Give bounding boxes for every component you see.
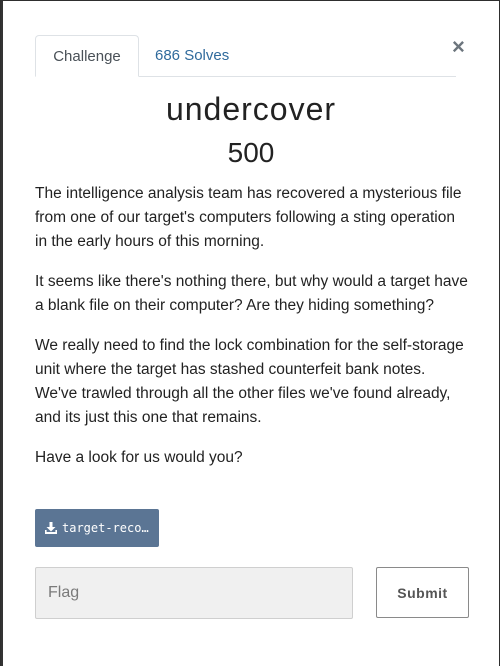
download-file-label: target-recov... [62, 521, 150, 535]
download-icon [45, 522, 57, 534]
download-file-button[interactable]: target-recov... [35, 509, 159, 547]
close-icon[interactable]: × [452, 35, 465, 59]
description-paragraph: Have a look for us would you? [35, 449, 243, 466]
submit-button[interactable]: Submit [376, 567, 469, 618]
challenge-value: 500 [227, 137, 275, 168]
challenge-name: undercover [165, 91, 337, 127]
challenge-description: The intelligence analysis team has recov… [35, 182, 471, 486]
description-paragraph: The intelligence analysis team has recov… [35, 185, 462, 250]
tab-challenge[interactable]: Challenge [35, 35, 139, 77]
tab-solves[interactable]: 686 Solves [155, 35, 229, 76]
challenge-tabs: Challenge 686 Solves [35, 35, 456, 77]
flag-input[interactable] [35, 567, 353, 619]
description-paragraph: It seems like there's nothing there, but… [35, 273, 468, 314]
challenge-modal: Challenge 686 Solves × undercover 500 Th… [0, 0, 500, 666]
description-paragraph: We really need to find the lock combinat… [35, 337, 464, 426]
